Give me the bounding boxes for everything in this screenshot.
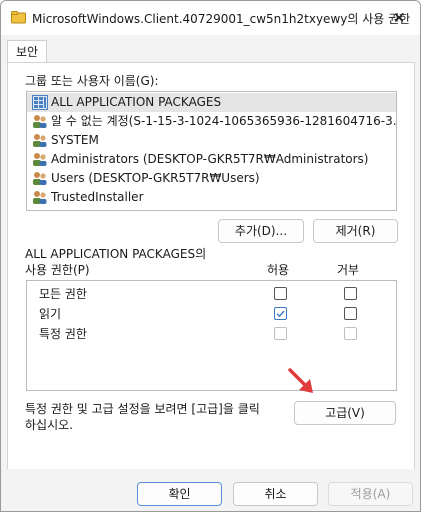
close-button[interactable]: ✕ — [385, 5, 413, 31]
user-group-icon — [33, 172, 47, 185]
list-item-label: TrustedInstaller — [51, 190, 144, 204]
user-group-icon — [33, 115, 47, 128]
permission-row: 모든 권한 — [27, 283, 396, 303]
permissions-label-line1: ALL APPLICATION PACKAGES의 — [25, 247, 207, 261]
permission-label: 모든 권한 — [39, 287, 87, 301]
dialog-footer: 확인 취소 적용(A) — [1, 469, 420, 511]
list-item[interactable]: 알 수 없는 계정(S-1-15-3-1024-1065365936-12816… — [27, 112, 396, 131]
list-item-label: Administrators (DESKTOP-GKR5T7R₩Administ… — [51, 152, 369, 166]
window-title: MicrosoftWindows.Client.40729001_cw5n1h2… — [32, 12, 411, 26]
app-packages-icon — [32, 95, 48, 110]
red-arrow-annotation — [288, 368, 313, 393]
user-group-icon — [33, 134, 47, 147]
permissions-list: 모든 권한 읽기 특정 권한 — [26, 280, 397, 391]
list-item-label: SYSTEM — [51, 133, 99, 147]
permissions-dialog: MicrosoftWindows.Client.40729001_cw5n1h2… — [0, 0, 421, 512]
advanced-hint-line2: 하십시오. — [25, 418, 73, 432]
permissions-label-line2: 사용 권한(P) — [25, 263, 90, 277]
permission-label: 읽기 — [39, 307, 62, 321]
list-item[interactable]: Users (DESKTOP-GKR5T7R₩Users) — [27, 169, 396, 188]
permission-row: 특정 권한 — [27, 323, 396, 343]
checkmark-icon — [276, 310, 285, 318]
allow-column-header: 허용 — [267, 263, 290, 277]
allow-checkbox — [274, 327, 287, 340]
list-item-label: ALL APPLICATION PACKAGES — [51, 95, 222, 109]
list-item-label: Users (DESKTOP-GKR5T7R₩Users) — [51, 171, 260, 185]
title-bar: MicrosoftWindows.Client.40729001_cw5n1h2… — [1, 1, 420, 35]
list-item[interactable]: ALL APPLICATION PACKAGES — [27, 93, 396, 112]
list-item[interactable]: TrustedInstaller — [27, 188, 396, 207]
close-icon: ✕ — [392, 9, 406, 27]
permission-row: 읽기 — [27, 303, 396, 323]
list-item[interactable]: SYSTEM — [27, 131, 396, 150]
apply-button: 적용(A) — [328, 482, 413, 506]
deny-checkbox[interactable] — [344, 287, 357, 300]
advanced-hint-line1: 특정 권한 및 고급 설정을 보려면 [고급]을 클릭 — [25, 402, 260, 416]
list-item-label: 알 수 없는 계정(S-1-15-3-1024-1065365936-12816… — [51, 114, 397, 128]
tab-strip: 보안 — [1, 35, 420, 63]
tab-security[interactable]: 보안 — [7, 40, 47, 63]
security-panel: 그룹 또는 사용자 이름(G): ALL APPLICATION PACKAGE… — [7, 62, 415, 471]
user-group-icon — [33, 191, 47, 204]
deny-checkbox — [344, 327, 357, 340]
groups-label: 그룹 또는 사용자 이름(G): — [25, 74, 159, 88]
deny-column-header: 거부 — [337, 263, 360, 277]
remove-button[interactable]: 제거(R) — [313, 219, 398, 243]
deny-checkbox[interactable] — [344, 307, 357, 320]
list-item[interactable]: Administrators (DESKTOP-GKR5T7R₩Administ… — [27, 150, 396, 169]
advanced-button[interactable]: 고급(V) — [294, 401, 396, 425]
user-group-icon — [33, 153, 47, 166]
permission-label: 특정 권한 — [39, 327, 87, 341]
groups-listbox[interactable]: ALL APPLICATION PACKAGES 알 수 없는 계정(S-1-1… — [26, 91, 397, 211]
cancel-button[interactable]: 취소 — [233, 482, 318, 506]
allow-checkbox[interactable] — [274, 287, 287, 300]
folder-shield-icon — [11, 11, 26, 24]
add-button[interactable]: 추가(D)... — [218, 219, 304, 243]
ok-button[interactable]: 확인 — [137, 482, 222, 506]
allow-checkbox[interactable] — [274, 307, 287, 320]
